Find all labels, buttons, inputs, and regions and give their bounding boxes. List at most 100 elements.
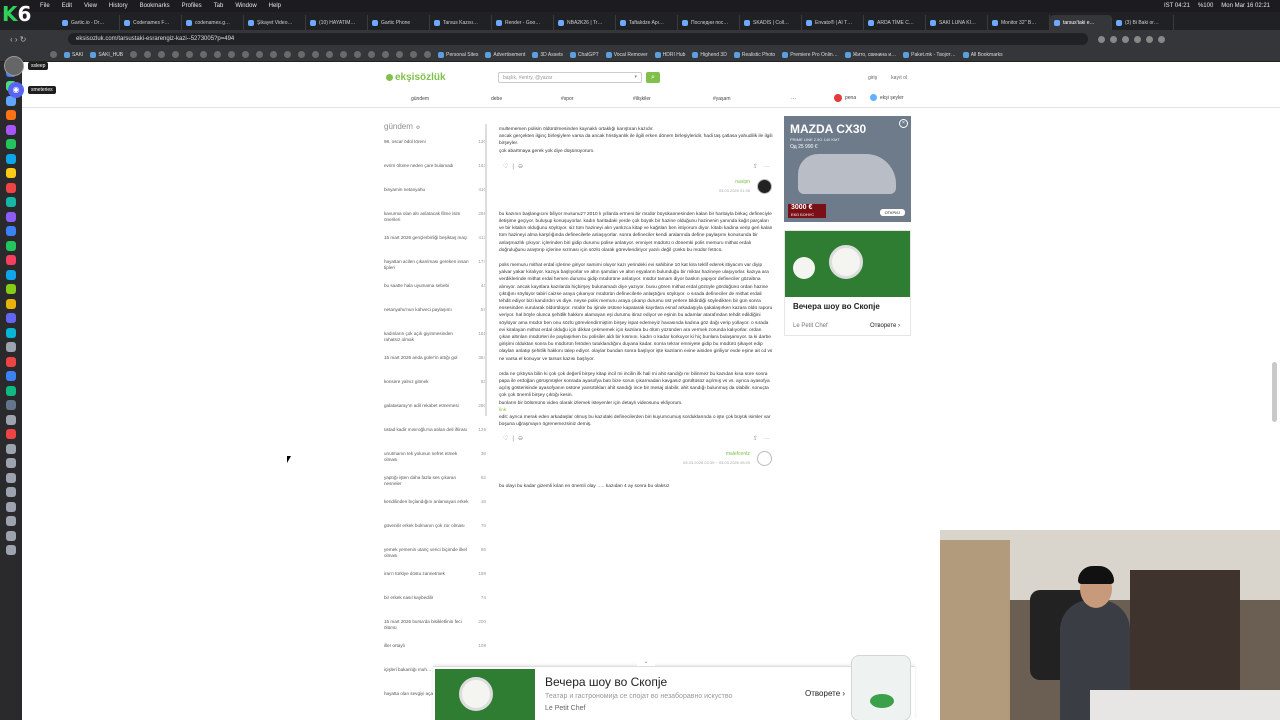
bookmark-favicon-icon[interactable] xyxy=(368,51,376,58)
nav-yasam[interactable]: #yaşam xyxy=(713,96,731,102)
dock-app-icon[interactable] xyxy=(6,211,16,222)
dock-app-icon[interactable] xyxy=(6,530,16,541)
bookmark-item[interactable]: Realistic Photo xyxy=(733,51,775,58)
dock-app-icon[interactable] xyxy=(6,429,16,439)
dock-app-icon[interactable] xyxy=(6,472,16,483)
menu-item-edit[interactable]: Edit xyxy=(62,3,72,9)
browser-tab[interactable]: Render - Goo… xyxy=(492,15,554,30)
sidebar-scrollbar[interactable] xyxy=(485,124,487,416)
search-button[interactable]: ⌕ xyxy=(646,72,660,83)
sidebar-topic-item[interactable]: güvenilir erkek bulmanın çok zor olması 7… xyxy=(384,523,486,543)
sidebar-topic-item[interactable]: 15 mart 2026 bursa'da bisikletlinin feci… xyxy=(384,619,486,639)
dock-app-icon[interactable] xyxy=(6,255,16,265)
bookmark-item[interactable]: Advertisement xyxy=(485,51,525,58)
heart-icon[interactable]: ♡ xyxy=(503,436,508,443)
url-field[interactable]: eksisozluk.com/tarsustaki-esrarengiz-kaz… xyxy=(68,33,1088,45)
entry-date[interactable]: 05.03.2026 03:39 ~ 05.03.2026 05:20 xyxy=(683,459,750,466)
browser-tab[interactable]: (3) Bi Baki or… xyxy=(1112,15,1174,30)
dock-app-icon[interactable] xyxy=(6,197,16,207)
browser-tab[interactable]: Envato® | AI T… xyxy=(802,15,864,30)
dock-app-icon[interactable] xyxy=(6,298,16,309)
browser-tab[interactable]: Tarsus Kazısı… xyxy=(430,15,492,30)
browser-tab[interactable]: Gartic.io - Dr… xyxy=(58,15,120,30)
bookmark-favicon-icon[interactable] xyxy=(340,51,348,58)
dock-app-icon[interactable] xyxy=(6,124,16,135)
nav-spor[interactable]: #spor xyxy=(561,96,574,102)
sidebar-topic-item[interactable]: binyamin netanyahu 410 xyxy=(384,187,486,207)
nav-more[interactable]: ··· xyxy=(791,96,796,102)
search-input[interactable]: başlık, #entry, @yazar ▾ xyxy=(498,72,642,83)
eksi-seyler-link[interactable]: ekşi şeyler xyxy=(870,94,904,101)
bookmark-favicon-icon[interactable] xyxy=(312,51,320,58)
sidebar-topic-item[interactable]: bu saatte hala uyumama sebebi 44 xyxy=(384,283,486,303)
dock-app-icon[interactable] xyxy=(6,356,16,367)
ad-open-button[interactable]: Отворете › xyxy=(870,323,900,329)
back-forward-reload-icon[interactable]: ‹ › ↻ xyxy=(10,35,38,44)
bookmark-favicon-icon[interactable] xyxy=(200,51,208,58)
extension-icon[interactable] xyxy=(1110,35,1117,43)
browser-tab[interactable]: Monitor 32'' B… xyxy=(988,15,1050,30)
sidebar-topic-item[interactable]: iller ortaylı 108 xyxy=(384,643,486,663)
dock-app-icon[interactable] xyxy=(6,487,16,497)
extension-icon[interactable] xyxy=(1098,35,1105,43)
author-avatar[interactable] xyxy=(757,450,772,466)
browser-tab[interactable]: Taftalıdze Apı… xyxy=(616,15,678,30)
page-scrollbar[interactable] xyxy=(1272,362,1277,422)
extension-icon[interactable] xyxy=(1134,35,1141,43)
bookmark-favicon-icon[interactable] xyxy=(354,51,362,58)
sidebar-topic-item[interactable]: unutmanın tek yolunun nefret etmek olmas… xyxy=(384,451,486,471)
dock-app-icon[interactable] xyxy=(6,139,16,149)
bookmark-favicon-icon[interactable] xyxy=(242,51,250,58)
dock-app-icon[interactable] xyxy=(6,400,16,410)
dock-app-icon[interactable] xyxy=(6,284,16,294)
author-nick[interactable]: malefcentz xyxy=(726,451,750,458)
dock-app-icon[interactable] xyxy=(6,269,16,280)
collapse-banner-button[interactable]: ⌄ xyxy=(637,658,655,666)
sidebar-topic-item[interactable]: iran'ı türkiye dostu zannetmek 189 xyxy=(384,571,486,591)
dock-app-icon[interactable] xyxy=(6,501,16,512)
sidebar-topic-item[interactable]: yemek yemenin utanç verici biçimde ilkel… xyxy=(384,547,486,567)
extension-icon[interactable] xyxy=(1146,35,1153,43)
menu-item-tab[interactable]: Tab xyxy=(214,3,224,9)
bookmark-favicon-icon[interactable] xyxy=(396,51,404,58)
bookmark-item[interactable]: Vocal Remover xyxy=(605,51,648,58)
dock-app-icon[interactable] xyxy=(6,182,16,193)
dislike-icon[interactable]: ⊖ xyxy=(518,164,523,171)
bottom-ad-banner[interactable]: ⌄ Вечера шоу во Скопје Театар и гастроно… xyxy=(433,655,915,720)
sidebar-topic-item[interactable]: hayattan acilen çıkarılması gereken insa… xyxy=(384,259,486,279)
food-ad[interactable]: Вечера шоу во Скопје Le Petit Chef Отвор… xyxy=(784,230,911,336)
bookmark-favicon-icon[interactable] xyxy=(50,51,57,58)
sidebar-topic-item[interactable]: 15 mart 2026 gençlerbirliği beşiktaş maç… xyxy=(384,235,486,255)
bookmark-item[interactable]: Жито, свинина и… xyxy=(844,51,896,58)
sidebar-topic-item[interactable]: galatasaray'ın adil rekabet etmemesi 280 xyxy=(384,403,486,423)
browser-tab[interactable]: Gartic Phone xyxy=(368,15,430,30)
bookmark-favicon-icon[interactable] xyxy=(298,51,306,58)
bookmark-favicon-icon[interactable] xyxy=(410,51,418,58)
menu-item-profiles[interactable]: Profiles xyxy=(182,3,202,9)
bookmark-item[interactable]: 3D Assets xyxy=(532,51,563,58)
nav-iliskiler[interactable]: #ilişkiler xyxy=(633,96,651,102)
menu-item-window[interactable]: Window xyxy=(235,3,256,9)
sidebar-topic-item[interactable]: kendilinden bıçlandığını anlamayan erkek… xyxy=(384,499,486,519)
bookmark-favicon-icon[interactable] xyxy=(228,51,236,58)
bookmark-item[interactable]: HDRI Hub xyxy=(654,51,685,58)
browser-tab[interactable]: NBA2K26 | Tr… xyxy=(554,15,616,30)
dock-app-icon[interactable] xyxy=(6,342,16,352)
ad-cta-button[interactable]: ОТКРИЈ xyxy=(879,209,905,216)
bookmark-favicon-icon[interactable] xyxy=(186,51,194,58)
dock-app-icon[interactable] xyxy=(6,327,16,338)
menu-item-history[interactable]: History xyxy=(109,3,128,9)
dock-app-icon[interactable] xyxy=(6,385,16,396)
dock-app-icon[interactable] xyxy=(6,371,16,381)
bookmark-favicon-icon[interactable] xyxy=(144,51,152,58)
login-link[interactable]: giriş xyxy=(868,75,877,81)
dislike-icon[interactable]: ⊖ xyxy=(518,436,523,443)
browser-tab[interactable]: ARDA TİME C… xyxy=(864,15,926,30)
bookmark-item[interactable]: Paket.mk - Твојот… xyxy=(903,51,956,58)
dock-app-icon[interactable] xyxy=(6,545,16,555)
menu-item-bookmarks[interactable]: Bookmarks xyxy=(140,3,170,9)
dock-app-icon[interactable] xyxy=(6,414,16,425)
share-icon[interactable]: ⇪ xyxy=(753,164,758,171)
register-link[interactable]: kayıt ol xyxy=(891,75,907,81)
bookmark-item[interactable]: SAKI xyxy=(64,51,83,58)
